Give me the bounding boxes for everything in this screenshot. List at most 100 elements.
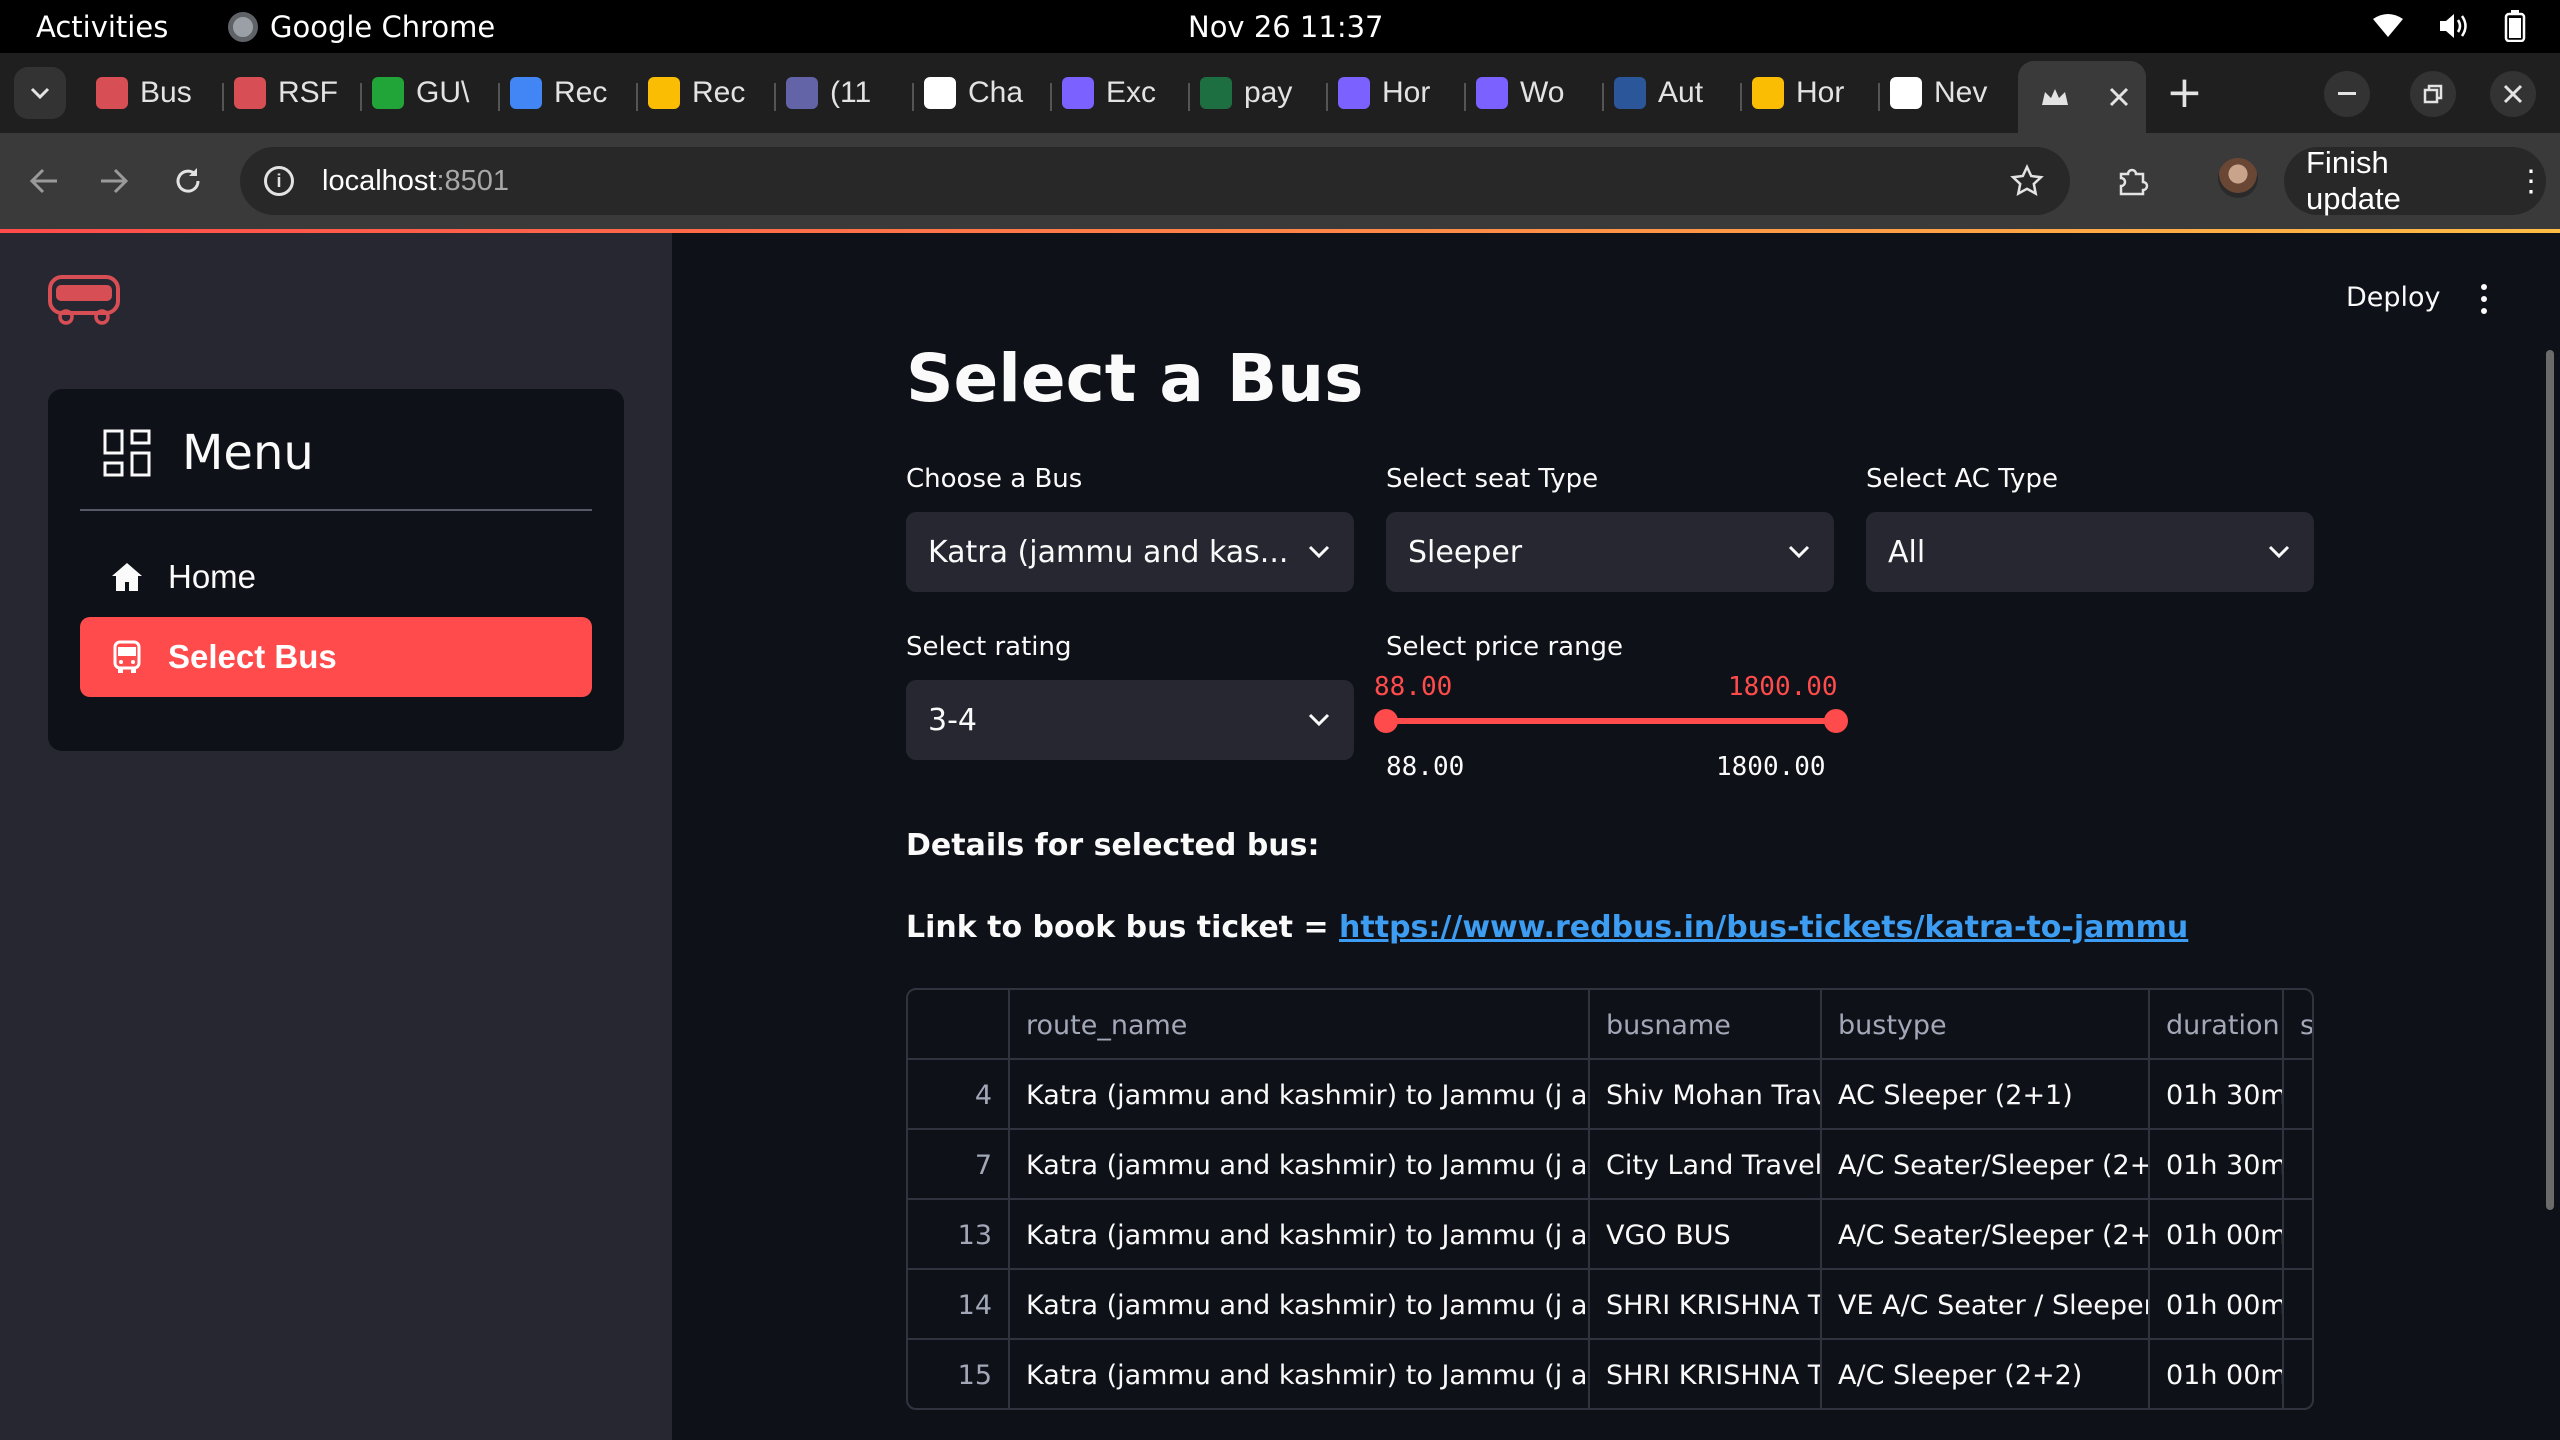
price-slider-low-handle[interactable] bbox=[1374, 709, 1398, 733]
bustype-cell[interactable]: AC Sleeper (2+1) bbox=[1822, 1060, 2150, 1130]
tab-separator bbox=[360, 83, 362, 111]
browser-tab[interactable]: Nev bbox=[1890, 67, 2010, 119]
grid-icon bbox=[103, 429, 151, 477]
busname-cell[interactable]: SHRI KRISHNA TRAVELS bbox=[1590, 1340, 1822, 1408]
busname-cell[interactable]: VGO BUS bbox=[1590, 1200, 1822, 1270]
star-icon[interactable] bbox=[2010, 164, 2044, 198]
price-slider-high-handle[interactable] bbox=[1824, 709, 1848, 733]
new-tab-button[interactable]: + bbox=[2166, 67, 2203, 119]
browser-tab[interactable]: Hor bbox=[1338, 67, 1458, 119]
reload-button[interactable] bbox=[164, 157, 212, 205]
row-index[interactable]: 15 bbox=[908, 1340, 1010, 1408]
row-index[interactable]: 4 bbox=[908, 1060, 1010, 1130]
forward-button[interactable] bbox=[90, 157, 138, 205]
browser-toolbar: i localhost:8501 Finish update ⋮ bbox=[0, 133, 2560, 229]
browser-tab[interactable]: (11 bbox=[786, 67, 906, 119]
browser-tab[interactable]: Wo bbox=[1476, 67, 1596, 119]
price-high-value: 1800.00 bbox=[1728, 672, 1838, 702]
column-header[interactable]: busname bbox=[1590, 990, 1822, 1060]
table-row[interactable]: 15 Katra (jammu and kashmir) to Jammu (j … bbox=[908, 1340, 2312, 1408]
bustype-cell[interactable]: A/C Seater/Sleeper (2+1) bbox=[1822, 1130, 2150, 1200]
route-name-cell[interactable]: Katra (jammu and kashmir) to Jammu (j an… bbox=[1010, 1200, 1590, 1270]
browser-tab[interactable]: Rec bbox=[648, 67, 768, 119]
browser-tab[interactable]: Hor bbox=[1752, 67, 1872, 119]
bustype-cell[interactable]: VE A/C Seater / Sleeper (2+1) bbox=[1822, 1270, 2150, 1340]
browser-tab[interactable]: Bus bbox=[96, 67, 216, 119]
browser-tab[interactable]: Rec bbox=[510, 67, 630, 119]
rating-select[interactable]: 3-4 bbox=[906, 680, 1354, 760]
truncated-column-cell[interactable] bbox=[2284, 1340, 2312, 1408]
route-name-cell[interactable]: Katra (jammu and kashmir) to Jammu (j an… bbox=[1010, 1340, 1590, 1408]
sidebar-item-select-bus[interactable]: Select Bus bbox=[80, 617, 592, 697]
busname-cell[interactable]: City Land Travels bbox=[1590, 1130, 1822, 1200]
browser-tab[interactable]: Exc bbox=[1062, 67, 1182, 119]
browser-tab[interactable]: pay bbox=[1200, 67, 1320, 119]
row-index[interactable]: 7 bbox=[908, 1130, 1010, 1200]
duration-cell[interactable]: 01h 00m bbox=[2150, 1270, 2284, 1340]
route-name-cell[interactable]: Katra (jammu and kashmir) to Jammu (j an… bbox=[1010, 1130, 1590, 1200]
column-header[interactable]: route_name bbox=[1010, 990, 1590, 1060]
scrollbar[interactable] bbox=[2546, 350, 2554, 1210]
chevron-down-icon bbox=[2268, 545, 2290, 559]
app-menu[interactable]: Google Chrome bbox=[228, 10, 495, 44]
row-index[interactable]: 13 bbox=[908, 1200, 1010, 1270]
back-button[interactable] bbox=[20, 157, 68, 205]
close-window-button[interactable] bbox=[2490, 71, 2536, 117]
column-header[interactable]: bustype bbox=[1822, 990, 2150, 1060]
system-top-bar: Activities Google Chrome Nov 26 11:37 bbox=[0, 0, 2560, 53]
browser-tab[interactable]: Aut bbox=[1614, 67, 1734, 119]
site-info-icon[interactable]: i bbox=[264, 166, 294, 196]
table-row[interactable]: 13 Katra (jammu and kashmir) to Jammu (j … bbox=[908, 1200, 2312, 1270]
table-row[interactable]: 14 Katra (jammu and kashmir) to Jammu (j … bbox=[908, 1270, 2312, 1340]
duration-cell[interactable]: 01h 30m bbox=[2150, 1130, 2284, 1200]
truncated-column-cell[interactable] bbox=[2284, 1200, 2312, 1270]
activities-button[interactable]: Activities bbox=[36, 10, 168, 44]
duration-cell[interactable]: 01h 30m bbox=[2150, 1060, 2284, 1130]
busname-cell[interactable]: SHRI KRISHNA TRAVELS bbox=[1590, 1270, 1822, 1340]
clock[interactable]: Nov 26 11:37 bbox=[1188, 10, 1384, 44]
main-menu-button[interactable] bbox=[2474, 284, 2494, 314]
chrome-icon bbox=[228, 12, 258, 42]
price-slider-track[interactable] bbox=[1384, 718, 1836, 724]
tab-search-button[interactable] bbox=[14, 67, 66, 119]
tab-separator bbox=[1188, 83, 1190, 111]
extensions-button[interactable] bbox=[2108, 157, 2156, 205]
close-icon[interactable] bbox=[2108, 86, 2130, 108]
bustype-cell[interactable]: A/C Seater/Sleeper (2+1) bbox=[1822, 1200, 2150, 1270]
tab-separator bbox=[222, 83, 224, 111]
duration-cell[interactable]: 01h 00m bbox=[2150, 1200, 2284, 1270]
profile-avatar[interactable] bbox=[2218, 158, 2258, 198]
browser-tab[interactable]: Cha bbox=[924, 67, 1044, 119]
route-name-cell[interactable]: Katra (jammu and kashmir) to Jammu (j an… bbox=[1010, 1270, 1590, 1340]
route-name-cell[interactable]: Katra (jammu and kashmir) to Jammu (j an… bbox=[1010, 1060, 1590, 1130]
row-index[interactable]: 14 bbox=[908, 1270, 1010, 1340]
duration-cell[interactable]: 01h 00m bbox=[2150, 1340, 2284, 1408]
system-tray[interactable] bbox=[2372, 10, 2526, 42]
seat-type-select[interactable]: Sleeper bbox=[1386, 512, 1834, 592]
bus-select[interactable]: Katra (jammu and kas... bbox=[906, 512, 1354, 592]
column-header[interactable]: s bbox=[2284, 990, 2312, 1060]
table-row[interactable]: 7 Katra (jammu and kashmir) to Jammu (j a… bbox=[908, 1130, 2312, 1200]
column-header[interactable]: duration bbox=[2150, 990, 2284, 1060]
truncated-column-cell[interactable] bbox=[2284, 1130, 2312, 1200]
busname-cell[interactable]: Shiv Mohan Travels bbox=[1590, 1060, 1822, 1130]
tab-title: pay bbox=[1244, 76, 1293, 109]
bus-table[interactable]: route_name busname bustype duration s 4K… bbox=[906, 988, 2314, 1410]
truncated-column-cell[interactable] bbox=[2284, 1060, 2312, 1130]
minimize-button[interactable] bbox=[2324, 71, 2370, 117]
bustype-cell[interactable]: A/C Sleeper (2+2) bbox=[1822, 1340, 2150, 1408]
browser-tab[interactable]: GU\ bbox=[372, 67, 492, 119]
address-bar[interactable]: i localhost:8501 bbox=[240, 147, 2070, 215]
deploy-button[interactable]: Deploy bbox=[2346, 282, 2441, 313]
truncated-column-cell[interactable] bbox=[2284, 1270, 2312, 1340]
sidebar-item-home[interactable]: Home bbox=[80, 537, 592, 617]
streamlit-crown-icon bbox=[2042, 89, 2068, 105]
browser-tab[interactable]: RSF bbox=[234, 67, 354, 119]
booking-link[interactable]: https://www.redbus.in/bus-tickets/katra-… bbox=[1339, 910, 2188, 945]
finish-update-button[interactable]: Finish update ⋮ bbox=[2284, 145, 2546, 216]
redbus-icon bbox=[234, 77, 266, 109]
ac-type-select[interactable]: All bbox=[1866, 512, 2314, 592]
restore-button[interactable] bbox=[2410, 71, 2456, 117]
tab-active[interactable] bbox=[2018, 61, 2146, 133]
table-row[interactable]: 4 Katra (jammu and kashmir) to Jammu (j a… bbox=[908, 1060, 2312, 1130]
